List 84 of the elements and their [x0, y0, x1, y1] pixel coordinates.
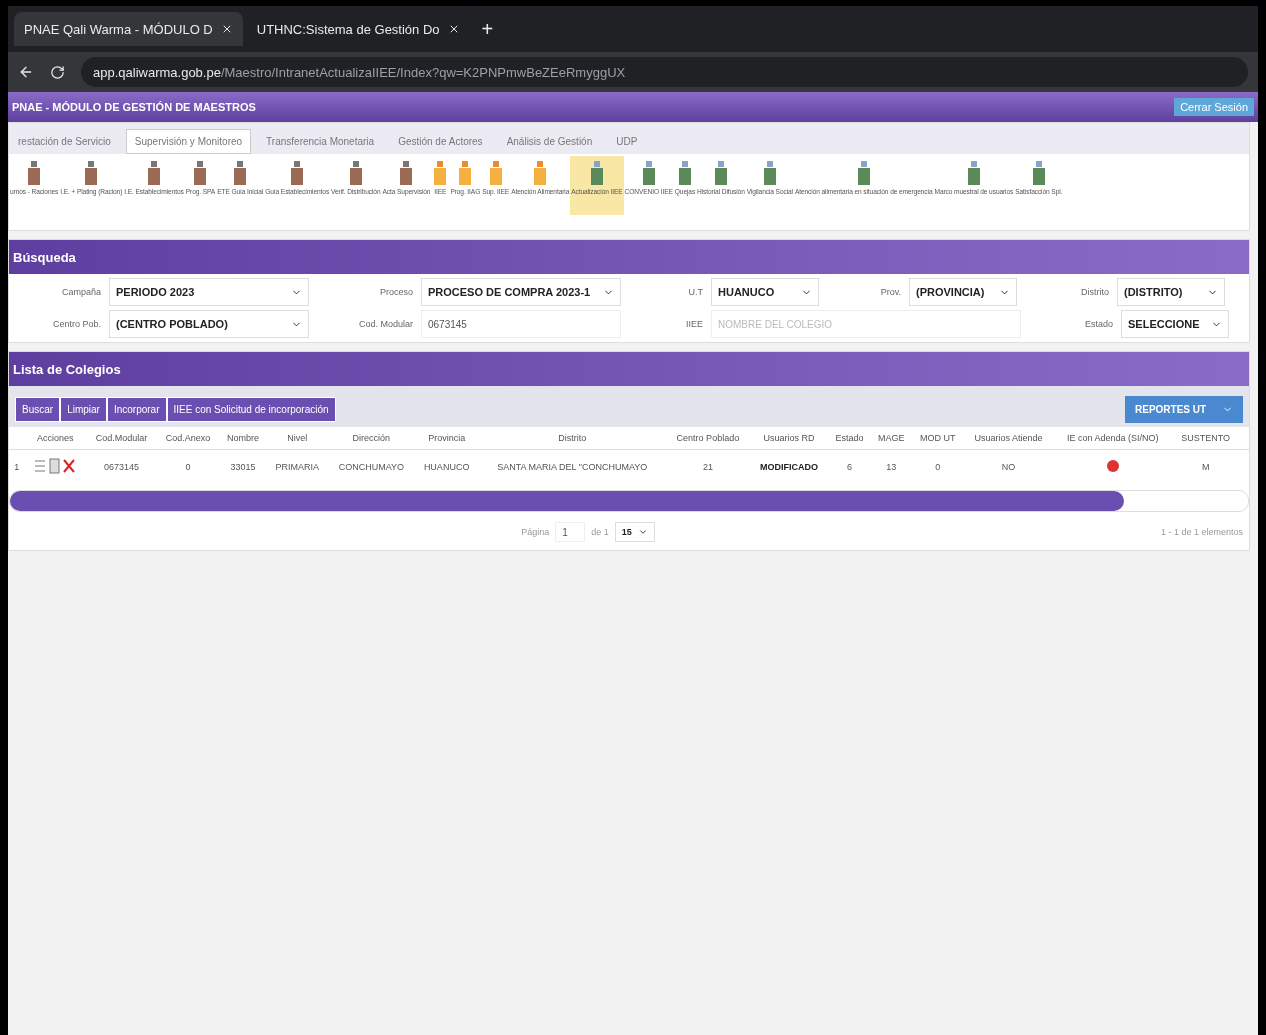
- bottle-icon: [855, 160, 872, 186]
- select-field[interactable]: SELECCIONE: [1121, 310, 1229, 338]
- table-cell: 0673145: [86, 449, 157, 484]
- action-icons-drawing[interactable]: [33, 458, 78, 474]
- reload-icon[interactable]: [50, 64, 65, 80]
- table-cell: CONCHUMAYO: [327, 449, 415, 484]
- new-tab-button[interactable]: +: [481, 17, 494, 41]
- menu-tab[interactable]: Gestión de Actores: [389, 129, 492, 154]
- column-header[interactable]: Nombre: [219, 427, 267, 450]
- app-title: PNAE - MÓDULO DE GESTIÓN DE MAESTROS: [12, 101, 256, 113]
- select-field[interactable]: (CENTRO POBLADO): [109, 310, 309, 338]
- toolbar-button[interactable]: Buscar: [15, 397, 61, 422]
- pager-label: Página: [521, 527, 550, 537]
- table-cell: PRIMARIA: [266, 449, 328, 484]
- column-header[interactable]: Dirección: [327, 427, 415, 450]
- bottle-icon: [588, 160, 605, 186]
- column-header[interactable]: MOD UT: [911, 427, 964, 450]
- section-header: Búsqueda: [9, 240, 1249, 274]
- column-header[interactable]: Usuarios Atiende: [963, 427, 1054, 450]
- table-cell: HUANUCO: [414, 449, 479, 484]
- column-header[interactable]: MAGE: [870, 427, 912, 450]
- chevron-down-icon: [637, 527, 648, 537]
- table-cell: 21: [666, 449, 750, 484]
- pager-summary: 1 - 1 de 1 elementos: [1160, 527, 1243, 537]
- field-label: Cod. Modular: [357, 319, 414, 329]
- table-cell: MODIFICADO: [749, 449, 829, 484]
- column-header[interactable]: Estado: [828, 427, 871, 450]
- table-cell: SANTA MARIA DEL "CONCHUMAYO: [478, 449, 666, 484]
- column-header[interactable]: Provincia: [414, 427, 479, 450]
- bottle-icon: [965, 160, 982, 186]
- table-cell: 1: [9, 449, 25, 484]
- bottle-icon: [640, 160, 657, 186]
- select-field[interactable]: (PROVINCIA): [909, 278, 1017, 306]
- field-label: Prov.: [879, 287, 902, 297]
- column-header[interactable]: Acciones: [24, 427, 87, 450]
- toolbar-button[interactable]: IIEE con Solicitud de incorporación: [166, 397, 336, 422]
- column-header[interactable]: Cod.Modular: [86, 427, 157, 450]
- column-header[interactable]: Usuarios RD: [749, 427, 829, 450]
- menu-tab[interactable]: Análisis de Gestión: [497, 129, 602, 154]
- pager-total: de 1: [591, 527, 609, 537]
- column-header[interactable]: IE con Adenda (SI/NO): [1053, 427, 1172, 450]
- field-label: IIEE: [685, 319, 704, 329]
- toolbar-button[interactable]: Limpiar: [60, 397, 107, 422]
- browser-tab[interactable]: PNAE Qali Warma - MÓDULO D: [14, 12, 243, 46]
- bottle-icon: [712, 160, 729, 186]
- column-header[interactable]: Distrito: [478, 427, 666, 450]
- input-field[interactable]: NOMBRE DEL COLEGIO: [711, 310, 1021, 338]
- select-field[interactable]: PROCESO DE COMPRA 2023-1: [421, 278, 621, 306]
- field-label: Centro Pob.: [51, 319, 102, 329]
- field-label: Distrito: [1080, 287, 1110, 297]
- table-cell: 0: [156, 449, 220, 484]
- bottle-icon: [1030, 160, 1047, 186]
- column-header[interactable]: Nivel: [266, 427, 328, 450]
- table-cell: NO: [963, 449, 1054, 484]
- field-label: Estado: [1083, 319, 1114, 329]
- page-input[interactable]: 1: [555, 522, 586, 542]
- table-cell: 0: [911, 449, 964, 484]
- column-header[interactable]: Centro Poblado: [666, 427, 750, 450]
- column-header[interactable]: Cod.Anexo: [156, 427, 220, 450]
- table-cell: 6: [828, 449, 871, 484]
- horizontal-scrollbar[interactable]: [9, 490, 1249, 512]
- table-cell: M: [1171, 449, 1240, 484]
- table-cell: 13: [870, 449, 912, 484]
- page-size-select[interactable]: 15: [614, 522, 655, 542]
- field-label: U.T: [687, 287, 704, 297]
- input-field[interactable]: 0673145: [421, 310, 621, 338]
- bottle-icon: [761, 160, 778, 186]
- section-header: Lista de Colegios: [9, 352, 1249, 386]
- bottle-icon: [676, 160, 693, 186]
- back-icon[interactable]: [18, 64, 34, 80]
- menu-tab[interactable]: restación de Servicio: [9, 129, 120, 154]
- reports-dropdown[interactable]: REPORTES UT: [1125, 396, 1243, 423]
- field-label: Campaña: [60, 287, 102, 297]
- select-field[interactable]: PERIODO 2023: [109, 278, 309, 306]
- menu-tab[interactable]: Supervisión y Monitoreo: [125, 129, 252, 154]
- select-field[interactable]: (DISTRITO): [1117, 278, 1225, 306]
- toolbar-button[interactable]: Incorporar: [106, 397, 167, 422]
- menu-tab[interactable]: UDP: [607, 129, 647, 154]
- address-bar[interactable]: app.qaliwarma.gob.pe/Maestro/IntranetActualizaIIEE/Index?qw=K2PNPmwBeZEeRmyggUX: [81, 57, 1248, 87]
- table-cell: 33015: [219, 449, 267, 484]
- select-field[interactable]: HUANUCO: [711, 278, 819, 306]
- menu-tab[interactable]: Transferencia Monetaria: [257, 129, 384, 154]
- column-header[interactable]: SUSTENTO: [1171, 427, 1240, 450]
- field-label: Proceso: [378, 287, 414, 297]
